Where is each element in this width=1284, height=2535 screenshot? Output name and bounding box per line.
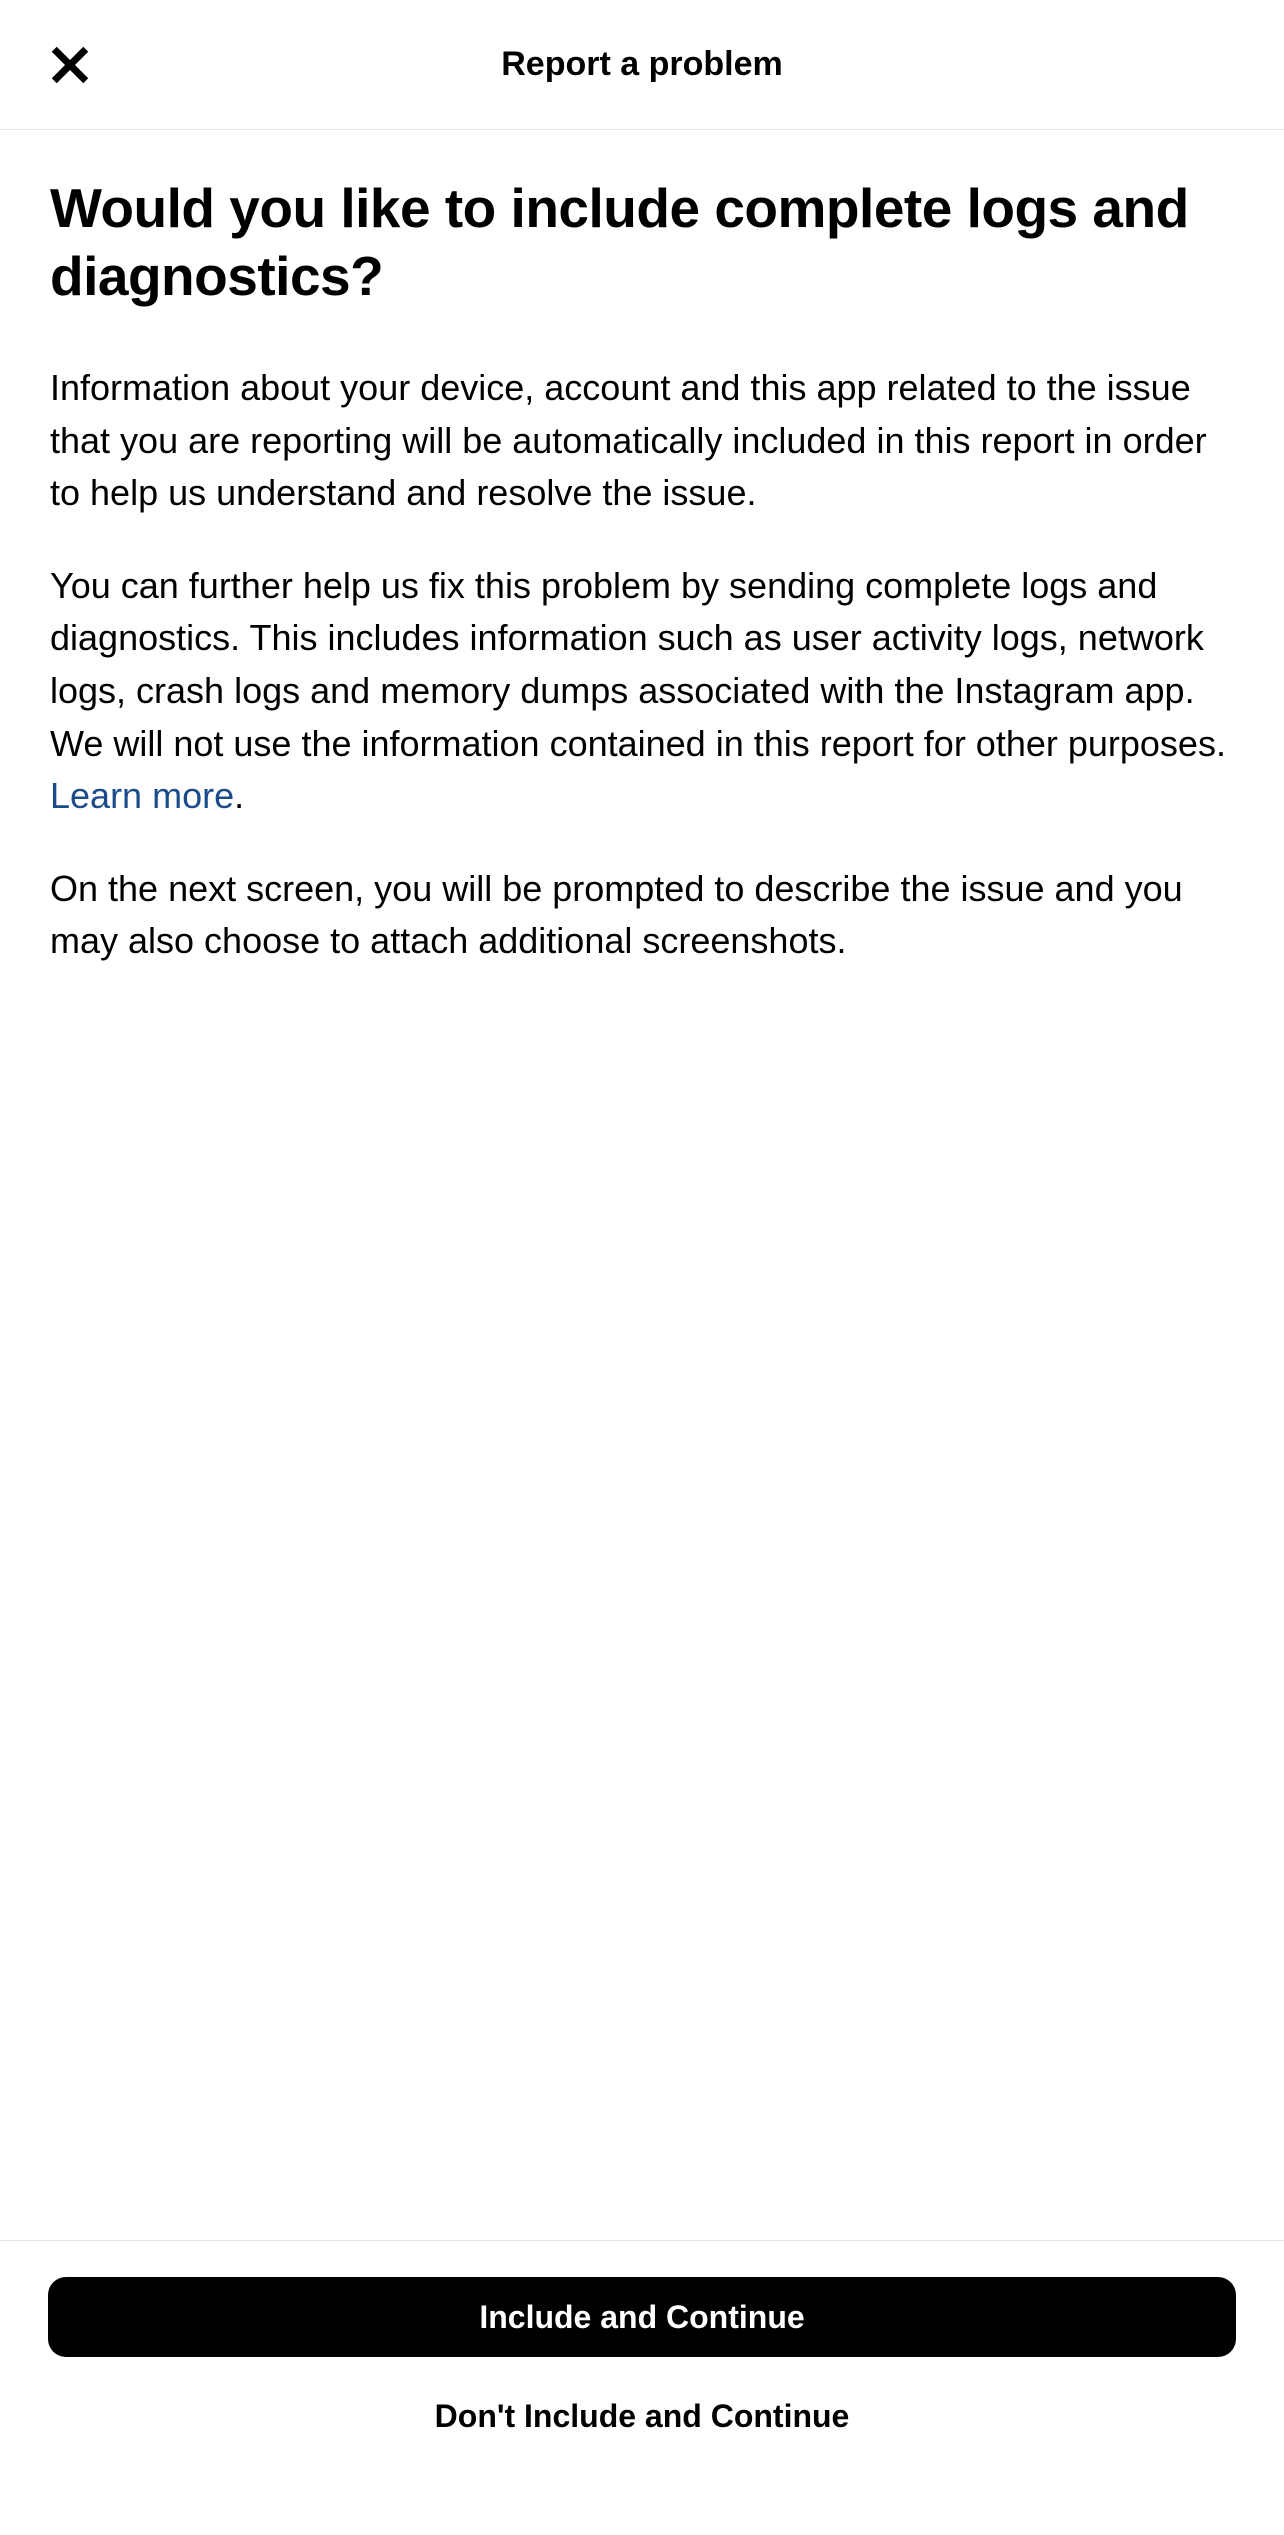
learn-more-link[interactable]: Learn more <box>50 775 234 816</box>
header: Report a problem <box>0 0 1284 130</box>
paragraph-next-screen: On the next screen, you will be prompted… <box>50 863 1234 968</box>
footer: Include and Continue Don't Include and C… <box>0 2240 1284 2535</box>
close-icon <box>49 44 91 86</box>
page-title: Report a problem <box>501 45 782 84</box>
close-button[interactable] <box>40 35 100 95</box>
paragraph-logs: You can further help us fix this problem… <box>50 560 1234 823</box>
include-continue-button[interactable]: Include and Continue <box>48 2277 1236 2357</box>
main-content: Would you like to include complete logs … <box>0 130 1284 2240</box>
paragraph-logs-text: You can further help us fix this problem… <box>50 565 1226 764</box>
dont-include-continue-button[interactable]: Don't Include and Continue <box>48 2387 1236 2445</box>
main-heading: Would you like to include complete logs … <box>50 175 1234 310</box>
paragraph-logs-period: . <box>234 775 244 816</box>
paragraph-info: Information about your device, account a… <box>50 362 1234 520</box>
